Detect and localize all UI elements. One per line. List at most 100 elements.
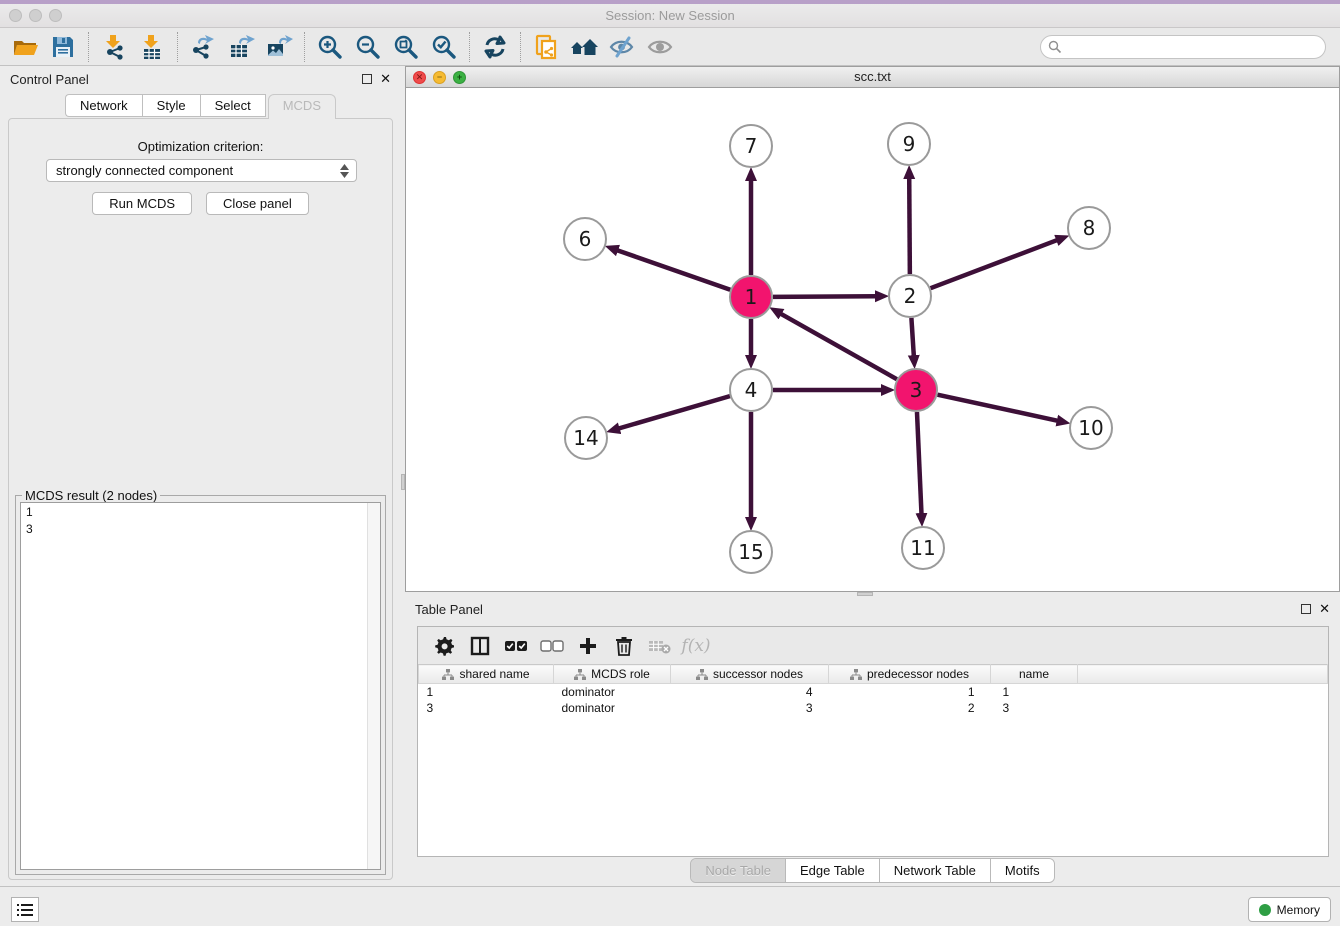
table-cell[interactable]: 3 — [419, 700, 554, 716]
export-image-button[interactable] — [260, 31, 298, 63]
copy-network-button[interactable] — [527, 31, 565, 63]
graph-edge-2-8[interactable] — [931, 240, 1058, 288]
toolbar-separator — [304, 32, 305, 62]
export-table-button[interactable] — [222, 31, 260, 63]
fx-icon: f(x) — [681, 636, 710, 656]
run-mcds-button[interactable]: Run MCDS — [92, 192, 192, 215]
import-table-button[interactable] — [133, 31, 171, 63]
table-row[interactable]: 1dominator411 — [419, 684, 1328, 700]
tab-select[interactable]: Select — [200, 94, 266, 117]
network-canvas[interactable]: 1 2 3 4 6 7 8 9 10 11 14 15 — [405, 88, 1340, 592]
column-header-name[interactable]: name — [991, 665, 1078, 684]
tab-edge-table[interactable]: Edge Table — [786, 859, 880, 882]
deselect-all-button[interactable] — [536, 631, 568, 661]
show-columns-button[interactable] — [464, 631, 496, 661]
table-cell[interactable]: 1 — [419, 684, 554, 700]
memory-button[interactable]: Memory — [1248, 897, 1331, 922]
copy-network-icon — [532, 33, 560, 61]
mcds-result-textarea[interactable]: 13 — [20, 502, 381, 870]
refresh-view-button[interactable] — [476, 31, 514, 63]
network-maximize-button[interactable]: + — [453, 71, 466, 84]
tab-node-table[interactable]: Node Table — [691, 859, 786, 882]
graph-node-15[interactable]: 15 — [730, 531, 772, 573]
column-header-label: name — [1019, 667, 1049, 681]
zoom-out-button[interactable] — [349, 31, 387, 63]
graph-edge-3-10[interactable] — [937, 395, 1057, 421]
float-panel-icon[interactable] — [1301, 604, 1311, 614]
table-options-button[interactable] — [428, 631, 460, 661]
app-title: Session: New Session — [0, 4, 1340, 27]
maximize-window-button[interactable] — [49, 9, 62, 22]
graph-node-9[interactable]: 9 — [888, 123, 930, 165]
export-network-button[interactable] — [184, 31, 222, 63]
show-eye-icon — [645, 34, 675, 60]
graph-edge-1-6[interactable] — [617, 250, 730, 290]
close-panel-icon[interactable]: ✕ — [380, 74, 391, 84]
zoom-fit-button[interactable] — [387, 31, 425, 63]
float-panel-icon[interactable] — [362, 74, 372, 84]
apply-function-button[interactable]: f(x) — [680, 631, 712, 661]
graph-edge-1-2[interactable] — [773, 296, 876, 297]
show-all-button[interactable] — [641, 31, 679, 63]
tab-style[interactable]: Style — [142, 94, 200, 117]
network-minimize-button[interactable]: − — [433, 71, 446, 84]
graph-node-label: 4 — [745, 378, 758, 402]
table-cell[interactable]: dominator — [554, 700, 671, 716]
tab-network-table[interactable]: Network Table — [880, 859, 991, 882]
graph-node-11[interactable]: 11 — [902, 527, 944, 569]
delete-table-button[interactable] — [644, 631, 676, 661]
graph-node-1[interactable]: 1 — [730, 276, 772, 318]
save-session-button[interactable] — [44, 31, 82, 63]
column-header-predecessor-nodes[interactable]: predecessor nodes — [829, 665, 991, 684]
close-panel-button[interactable]: Close panel — [206, 192, 309, 215]
column-header-successor-nodes[interactable]: successor nodes — [671, 665, 829, 684]
optimization-criterion-select[interactable]: strongly connected component — [46, 159, 357, 182]
table-cell[interactable]: 4 — [671, 684, 829, 700]
table-row[interactable]: 3dominator323 — [419, 700, 1328, 716]
table-cell[interactable]: 3 — [671, 700, 829, 716]
delete-column-button[interactable] — [608, 631, 640, 661]
minimize-window-button[interactable] — [29, 9, 42, 22]
zoom-in-button[interactable] — [311, 31, 349, 63]
table-cell[interactable]: dominator — [554, 684, 671, 700]
tab-motifs[interactable]: Motifs — [991, 859, 1054, 882]
graph-node-8[interactable]: 8 — [1068, 207, 1110, 249]
hide-selected-button[interactable] — [603, 31, 641, 63]
close-window-button[interactable] — [9, 9, 22, 22]
network-window-titlebar[interactable]: ✕ − + scc.txt — [405, 66, 1340, 88]
column-header-MCDS-role[interactable]: MCDS role — [554, 665, 671, 684]
graph-node-14[interactable]: 14 — [565, 417, 607, 459]
graph-edge-2-3[interactable] — [911, 318, 913, 356]
import-network-button[interactable] — [95, 31, 133, 63]
graph-node-4[interactable]: 4 — [730, 369, 772, 411]
column-header-shared-name[interactable]: shared name — [419, 665, 554, 684]
table-cell[interactable]: 1 — [991, 684, 1078, 700]
mcds-result-scrollbar[interactable] — [367, 503, 380, 869]
graph-edge-3-1[interactable] — [781, 314, 897, 380]
graph-node-2[interactable]: 2 — [889, 275, 931, 317]
select-all-button[interactable] — [500, 631, 532, 661]
graph-node-10[interactable]: 10 — [1070, 407, 1112, 449]
graph-node-3[interactable]: 3 — [895, 369, 937, 411]
graph-edge-4-14[interactable] — [619, 396, 730, 428]
search-input[interactable] — [1040, 35, 1326, 59]
close-panel-icon[interactable]: ✕ — [1319, 604, 1330, 614]
home-layout-button[interactable] — [565, 31, 603, 63]
table-cell[interactable]: 2 — [829, 700, 991, 716]
table-cell[interactable]: 1 — [829, 684, 991, 700]
zoom-selected-button[interactable] — [425, 31, 463, 63]
graph-node-7[interactable]: 7 — [730, 125, 772, 167]
graph-edge-3-11[interactable] — [917, 412, 922, 514]
task-history-button[interactable] — [11, 897, 39, 922]
graph-edge-2-9[interactable] — [909, 178, 910, 274]
open-session-button[interactable] — [6, 31, 44, 63]
toolbar-separator — [520, 32, 521, 62]
table-cell[interactable]: 3 — [991, 700, 1078, 716]
network-close-button[interactable]: ✕ — [413, 71, 426, 84]
tab-network[interactable]: Network — [65, 94, 142, 117]
add-column-button[interactable] — [572, 631, 604, 661]
tab-mcds[interactable]: MCDS — [268, 94, 336, 119]
graph-node-6[interactable]: 6 — [564, 218, 606, 260]
toolbar-separator — [177, 32, 178, 62]
main-toolbar — [0, 28, 1340, 66]
